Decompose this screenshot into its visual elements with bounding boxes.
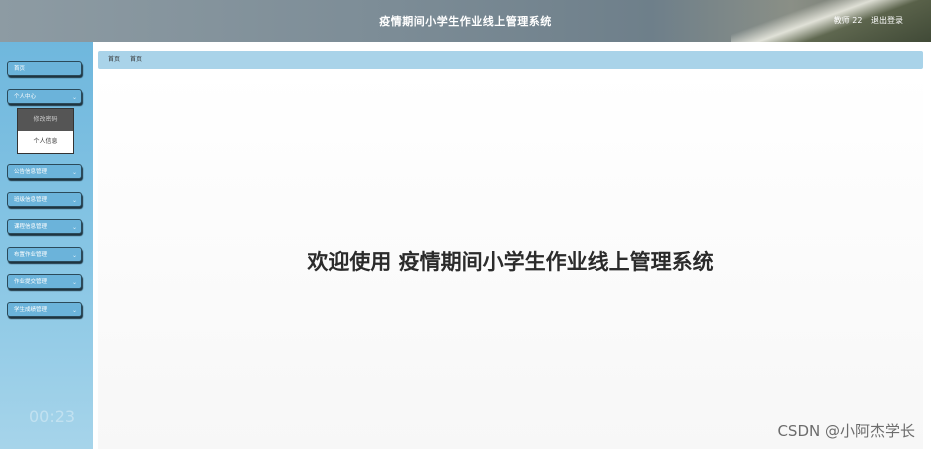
sidebar-item-label: 公告信息管理: [14, 169, 48, 175]
chevron-down-icon: ⌄: [71, 252, 77, 259]
sidebar-item-homework-submissions[interactable]: 作业提交管理 ⌄: [7, 274, 82, 289]
chevron-down-icon: ⌄: [71, 94, 77, 101]
watermark: CSDN @小阿杰学长: [777, 422, 915, 440]
sidebar-item-label: 个人中心: [14, 94, 37, 100]
sidebar-item-label: 布置作业管理: [14, 252, 48, 258]
personal-center-submenu: 修改密码 个人信息: [17, 108, 74, 154]
sidebar-item-announcements[interactable]: 公告信息管理 ⌄: [7, 164, 82, 179]
sidebar-item-label: 学生成绩管理: [14, 307, 48, 313]
chevron-down-icon: ⌄: [71, 224, 77, 231]
user-area: 教师 22 退出登录: [828, 15, 903, 26]
sidebar-item-home[interactable]: 首页: [7, 61, 82, 76]
sidebar-item-personal-center[interactable]: 个人中心 ⌄: [7, 89, 82, 104]
submenu-change-password[interactable]: 修改密码: [18, 109, 73, 131]
breadcrumb-current: 首页: [129, 56, 142, 63]
breadcrumb-home[interactable]: 首页: [108, 56, 120, 63]
sidebar-item-student-grades[interactable]: 学生成绩管理 ⌄: [7, 302, 82, 317]
chevron-down-icon: ⌄: [71, 197, 77, 204]
sidebar-item-label: 作业提交管理: [14, 279, 48, 285]
main-content: 欢迎使用 疫情期间小学生作业线上管理系统: [98, 70, 923, 449]
sidebar-item-label: 班级信息管理: [14, 197, 48, 203]
timer: 00:23: [29, 407, 76, 426]
top-header: 疫情期间小学生作业线上管理系统 教师 22 退出登录: [0, 0, 931, 42]
chevron-down-icon: ⌄: [71, 279, 77, 286]
sidebar-item-assign-homework[interactable]: 布置作业管理 ⌄: [7, 247, 82, 262]
current-user: 教师 22: [833, 16, 863, 25]
submenu-personal-info[interactable]: 个人信息: [18, 131, 73, 153]
sidebar-item-courses[interactable]: 课程信息管理 ⌄: [7, 219, 82, 234]
app-title: 疫情期间小学生作业线上管理系统: [379, 15, 552, 28]
welcome-heading: 欢迎使用 疫情期间小学生作业线上管理系统: [307, 250, 714, 274]
sidebar-item-label: 课程信息管理: [14, 224, 48, 230]
sidebar-item-classes[interactable]: 班级信息管理 ⌄: [7, 192, 82, 207]
logout-link[interactable]: 退出登录: [871, 16, 903, 25]
sidebar-item-label: 首页: [14, 66, 26, 72]
chevron-down-icon: ⌄: [71, 307, 77, 314]
sidebar: 首页 个人中心 ⌄ 公告信息管理 ⌄ 班级信息管理 ⌄ 课程信息管理 ⌄ 布置作…: [0, 42, 93, 449]
breadcrumb: 首页 首页: [98, 51, 923, 69]
chevron-down-icon: ⌄: [71, 169, 77, 176]
